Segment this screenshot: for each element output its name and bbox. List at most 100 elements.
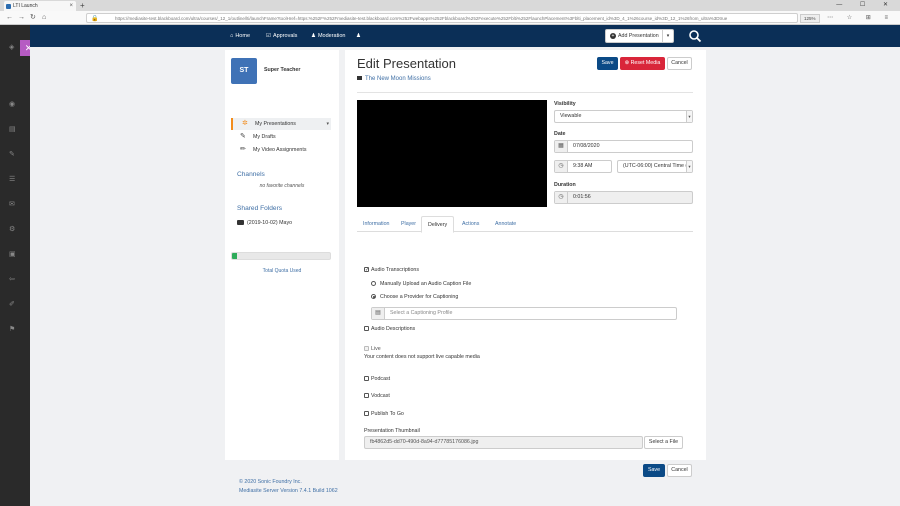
window-controls[interactable]: — ☐ ✕	[836, 0, 896, 11]
lms-nav-icon[interactable]: ▤	[9, 125, 16, 133]
captioning-profile-input[interactable]: ▤ Select a Captioning Profile	[371, 307, 677, 320]
new-tab-icon[interactable]: +	[80, 0, 85, 11]
manual-upload-label: Manually Upload an Audio Caption File	[380, 281, 472, 287]
nav-moderation[interactable]: ♟ Moderation	[311, 25, 345, 47]
lms-nav-icon[interactable]: ⇦	[9, 275, 15, 283]
cancel-button[interactable]: Cancel	[667, 57, 692, 70]
lms-nav-icon[interactable]: ⚑	[9, 325, 15, 333]
time-field[interactable]: ◷ 9:38 AM	[554, 160, 612, 173]
home-browser-icon[interactable]: ⌂	[42, 13, 46, 23]
left-sidebar: ST Super Teacher ✲ My Presentations ▾ ✎ …	[225, 50, 339, 460]
vodcast-checkbox[interactable]: Vodcast	[364, 392, 390, 400]
time-value: 9:38 AM	[573, 163, 593, 169]
back-icon[interactable]: ←	[6, 13, 13, 23]
channels-heading[interactable]: Channels	[237, 171, 265, 178]
checkbox-icon	[364, 376, 369, 381]
top-nav: ⌂ Home ☑ Approvals ♟ Moderation ♟ + Add Pres…	[30, 25, 900, 47]
chevron-down-icon: ▾	[686, 161, 692, 172]
quota-label[interactable]: Total Quota Used	[225, 268, 339, 274]
select-file-button[interactable]: Select a File	[644, 436, 683, 449]
presentation-name: The New Moon Missions	[365, 76, 431, 82]
visibility-select[interactable]: Viewable ▾	[554, 110, 693, 123]
channels-empty-note: no favorite channels	[259, 183, 305, 189]
presentation-link[interactable]: The New Moon Missions	[357, 76, 431, 82]
nav-home[interactable]: ⌂ Home	[230, 25, 250, 47]
timezone-select[interactable]: (UTC-06:00) Central Time ( ▾	[617, 160, 693, 173]
browser-menu-icons[interactable]: ⋯ ☆ ⊞ ≡	[827, 13, 894, 23]
duration-label: Duration	[554, 182, 576, 188]
tab-delivery[interactable]: Delivery	[421, 216, 455, 233]
lms-nav-icon[interactable]: ✎	[9, 150, 15, 158]
video-camera-icon	[357, 76, 362, 81]
reset-media-label: Reset Media	[630, 60, 661, 66]
chevron-down-icon[interactable]: ▾	[662, 30, 673, 42]
save-button[interactable]: Save	[597, 57, 618, 70]
address-bar[interactable]: 🔒 https://mediasite-test.blackboard.com/…	[86, 13, 798, 23]
audio-transcriptions-label: Audio Transcriptions	[371, 267, 419, 273]
add-presentation-button[interactable]: + Add Presentation ▾	[605, 29, 674, 43]
shared-folder-item[interactable]: (2019-10-02) Mayo	[237, 220, 292, 226]
nav-home-label: Home	[235, 33, 250, 39]
checkbox-icon	[364, 393, 369, 398]
tab-annotate[interactable]: Annotate	[489, 216, 522, 232]
visibility-value: Viewable	[560, 113, 582, 119]
podcast-checkbox[interactable]: Podcast	[364, 375, 390, 383]
edit-icon: ✎	[240, 133, 246, 140]
cancel-button-bottom[interactable]: Cancel	[667, 464, 692, 477]
chevron-down-icon[interactable]: ▾	[326, 118, 329, 130]
zoom-level[interactable]: 125%	[800, 14, 820, 23]
presentations-icon: ✲	[242, 120, 248, 127]
lms-nav-icon[interactable]: ◈	[9, 43, 14, 51]
user-icon: ♟	[311, 33, 316, 39]
user-menu-icon[interactable]: ♟	[356, 25, 361, 47]
sidebar-item-label: My Drafts	[253, 134, 276, 140]
manual-upload-radio[interactable]: Manually Upload an Audio Caption File	[371, 280, 471, 288]
publish-to-go-checkbox[interactable]: Publish To Go	[364, 410, 404, 418]
choose-provider-radio[interactable]: Choose a Provider for Captioning	[371, 293, 458, 301]
video-player[interactable]	[357, 100, 547, 207]
tab-information[interactable]: Information	[357, 216, 396, 232]
sidebar-item-my-presentations[interactable]: ✲ My Presentations ▾	[231, 118, 331, 130]
sidebar-item-my-video-assignments[interactable]: ✏ My Video Assignments	[231, 144, 331, 156]
thumbnail-label: Presentation Thumbnail	[364, 428, 420, 434]
lms-nav-icon[interactable]: ✐	[9, 300, 15, 308]
divider	[357, 92, 693, 93]
tab-actions[interactable]: Actions	[456, 216, 485, 232]
duration-value: 0:01:56	[573, 194, 591, 200]
lms-nav-icon[interactable]: ▣	[9, 250, 16, 258]
tab-player[interactable]: Player	[395, 216, 422, 232]
reset-media-button[interactable]: ⊗ Reset Media	[620, 57, 665, 70]
mediasite-app: ⌂ Home ☑ Approvals ♟ Moderation ♟ + Add Pres…	[30, 25, 900, 506]
editor-tabs: Information Player Delivery Actions Anno…	[357, 216, 693, 233]
calendar-icon[interactable]: ▦	[555, 141, 568, 152]
search-icon[interactable]	[688, 29, 702, 43]
lms-nav-icon[interactable]: ☰	[9, 175, 15, 183]
duration-field: ◷ 0:01:56	[554, 191, 693, 204]
lock-icon: 🔒	[91, 16, 99, 22]
clock-icon[interactable]: ◷	[555, 161, 568, 172]
avatar: ST	[231, 58, 257, 84]
browser-tab[interactable]: LTI Launch ×	[4, 1, 76, 11]
reload-icon[interactable]: ↻	[30, 13, 36, 23]
shared-folders-heading[interactable]: Shared Folders	[237, 205, 282, 212]
add-presentation-label: Add Presentation	[618, 33, 659, 39]
close-tab-icon[interactable]: ×	[69, 1, 73, 11]
quota-progress-bar	[231, 252, 331, 260]
audio-descriptions-checkbox[interactable]: Audio Descriptions	[364, 325, 415, 333]
save-button-bottom[interactable]: Save	[643, 464, 665, 477]
sidebar-item-my-drafts[interactable]: ✎ My Drafts	[231, 131, 331, 143]
lms-nav-icon[interactable]: ✉	[9, 200, 15, 208]
edit-presentation-panel: Edit Presentation The New Moon Missions …	[345, 50, 706, 477]
date-value: 07/08/2020	[573, 143, 600, 149]
lms-nav-icon[interactable]: ⚙	[9, 225, 15, 233]
forward-icon[interactable]: →	[18, 13, 25, 23]
date-label: Date	[554, 131, 566, 137]
date-field[interactable]: ▦ 07/08/2020	[554, 140, 693, 153]
nav-approvals[interactable]: ☑ Approvals	[266, 25, 297, 47]
radio-selected-icon	[371, 294, 376, 299]
lms-nav-icon[interactable]: ◉	[9, 100, 15, 108]
footer: © 2020 Sonic Foundry Inc. Mediasite Serv…	[239, 478, 338, 496]
folder-icon	[237, 220, 244, 226]
audio-transcriptions-checkbox[interactable]: ✓ Audio Transcriptions	[364, 266, 419, 274]
choose-provider-label: Choose a Provider for Captioning	[380, 294, 459, 300]
